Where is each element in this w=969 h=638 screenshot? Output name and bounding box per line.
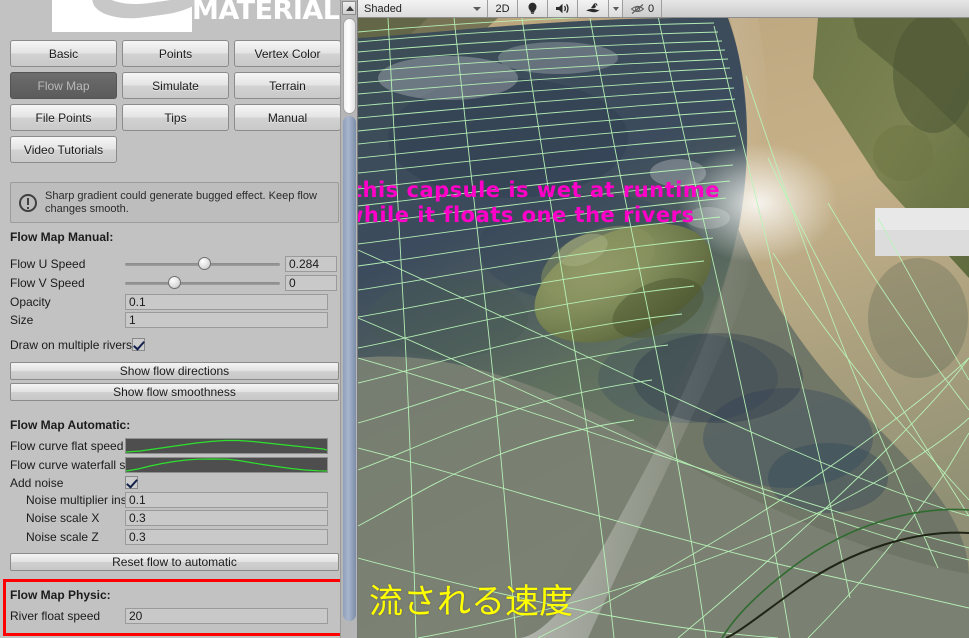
slider-flow-u-speed[interactable]	[125, 256, 280, 272]
flow-map-physic-heading: Flow Map Physic:	[10, 588, 111, 602]
shading-mode-label: Shaded	[364, 2, 402, 15]
eye-off-icon	[630, 3, 645, 14]
label-noise-multiplier: Noise multiplier inside	[26, 492, 135, 507]
toggle-2d[interactable]: 2D	[488, 0, 518, 17]
label-opacity: Opacity	[10, 294, 51, 309]
waterfall-speed-curve-graph	[126, 457, 327, 472]
row-opacity: Opacity	[0, 293, 340, 310]
label-flow-curve-waterfall-speed: Flow curve waterfall speed	[10, 457, 125, 472]
flat-speed-curve-graph	[126, 439, 327, 453]
material-logo-banner: MATERIAL	[0, 0, 340, 34]
scrollbar-thumb[interactable]	[343, 18, 356, 114]
label-flow-curve-flat-speed: Flow curve flat speed	[10, 438, 124, 453]
capsule-note-line1: this capsule is wet at runtime	[358, 178, 720, 202]
slider-track	[125, 281, 280, 285]
chevron-down-icon	[473, 7, 481, 11]
label-add-noise: Add noise	[10, 475, 64, 490]
label-flow-v-speed: Flow V Speed	[10, 275, 85, 290]
inspector-scrollbar[interactable]	[340, 0, 357, 638]
speed-annotation: 流される速度	[369, 582, 573, 622]
help-box-text: Sharp gradient could generate bugged eff…	[45, 189, 317, 215]
toggle-scene-audio[interactable]	[548, 0, 578, 17]
inspector-content: MATERIAL Basic Points Vertex Color Flow …	[0, 0, 342, 638]
input-noise-multiplier[interactable]	[125, 491, 328, 508]
hidden-objects-indicator[interactable]: 0	[623, 0, 663, 17]
effects-dropdown-button[interactable]	[609, 0, 623, 17]
flow-map-automatic-heading: Flow Map Automatic:	[10, 418, 131, 432]
button-row-4: Video Tutorials	[10, 136, 342, 163]
speaker-icon	[556, 3, 569, 14]
button-row-3: File Points Tips Manual	[10, 104, 342, 131]
checkbox-add-noise[interactable]	[125, 476, 138, 489]
shading-mode-dropdown[interactable]: Shaded	[358, 0, 488, 17]
scene-3d-viewport[interactable]: this capsule is wet at runtime while it …	[358, 18, 969, 638]
row-noise-scale-x: Noise scale X	[0, 509, 340, 526]
input-noise-scale-z[interactable]	[125, 528, 328, 545]
button-reset-flow-to-automatic[interactable]: Reset flow to automatic	[10, 553, 339, 571]
slider-knob[interactable]	[197, 256, 211, 270]
button-show-flow-directions[interactable]: Show flow directions	[10, 362, 339, 380]
row-river-float-speed: River float speed	[0, 607, 340, 624]
row-noise-multiplier: Noise multiplier inside	[0, 491, 340, 508]
tab-basic[interactable]: Basic	[10, 40, 117, 67]
row-size: Size	[0, 311, 340, 328]
help-box: Sharp gradient could generate bugged eff…	[10, 182, 339, 223]
white-box-mesh	[875, 208, 969, 256]
label-river-float-speed: River float speed	[10, 608, 101, 623]
flat-speed-curve[interactable]	[125, 437, 328, 454]
scroll-up-arrow-icon[interactable]	[342, 1, 356, 15]
flow-map-manual-heading: Flow Map Manual:	[10, 230, 114, 244]
scene-view: Shaded 2D 0 this capsule is wet at runti…	[358, 0, 969, 638]
scene-view-toolbar: Shaded 2D 0	[358, 0, 969, 18]
row-noise-scale-z: Noise scale Z	[0, 528, 340, 545]
input-noise-scale-x[interactable]	[125, 509, 328, 526]
label-flow-u-speed: Flow U Speed	[10, 256, 86, 271]
checkbox-draw-multiple-rivers[interactable]	[132, 338, 146, 351]
tab-terrain[interactable]: Terrain	[234, 72, 341, 99]
hidden-objects-count: 0	[648, 2, 655, 15]
capsule-note-line2: while it floats one the rivers	[358, 203, 695, 227]
slider-flow-v-speed[interactable]	[125, 275, 280, 291]
button-row-2: Flow Map Simulate Terrain	[10, 72, 342, 99]
tab-points[interactable]: Points	[122, 40, 229, 67]
scene-render	[358, 18, 969, 638]
inspector-panel: MATERIAL Basic Points Vertex Color Flow …	[0, 0, 358, 638]
scrollbar-track[interactable]	[343, 116, 356, 621]
tab-video-tutorials[interactable]: Video Tutorials	[10, 136, 117, 163]
tab-simulate[interactable]: Simulate	[122, 72, 229, 99]
warning-icon	[19, 193, 37, 212]
unity-editor-window: MATERIAL Basic Points Vertex Color Flow …	[0, 0, 969, 638]
row-flow-curve-waterfall-speed: Flow curve waterfall speed	[0, 456, 340, 473]
input-opacity[interactable]	[125, 293, 328, 310]
label-draw-multiple-rivers: Draw on multiple rivers	[10, 337, 133, 352]
label-noise-scale-x: Noise scale X	[26, 510, 100, 525]
button-show-flow-smoothness[interactable]: Show flow smoothness	[10, 383, 339, 401]
input-flow-v-speed[interactable]	[285, 274, 337, 291]
tab-vertex-color[interactable]: Vertex Color	[234, 40, 341, 67]
row-flow-v-speed: Flow V Speed	[0, 274, 340, 291]
light-bulb-icon	[528, 2, 537, 14]
tab-flow-map[interactable]: Flow Map	[10, 72, 117, 99]
label-size: Size	[10, 312, 34, 327]
row-draw-multiple-rivers: Draw on multiple rivers	[0, 336, 340, 353]
chevron-down-icon	[612, 6, 619, 11]
label-noise-scale-z: Noise scale Z	[26, 529, 99, 544]
tab-tips[interactable]: Tips	[122, 104, 229, 131]
row-flow-curve-flat-speed: Flow curve flat speed	[0, 437, 340, 454]
tab-manual[interactable]: Manual	[234, 104, 341, 131]
row-flow-u-speed: Flow U Speed	[0, 255, 340, 272]
button-row-1: Basic Points Vertex Color	[10, 40, 342, 67]
logo-title: MATERIAL	[192, 0, 340, 26]
row-add-noise: Add noise	[0, 474, 340, 491]
input-flow-u-speed[interactable]	[285, 255, 337, 272]
tab-file-points[interactable]: File Points	[10, 104, 117, 131]
input-river-float-speed[interactable]	[125, 607, 328, 624]
toggle-scene-effects[interactable]	[578, 0, 609, 17]
toggle-scene-lighting[interactable]	[518, 0, 548, 17]
waterfall-speed-curve[interactable]	[125, 456, 328, 473]
effects-icon	[586, 2, 600, 13]
slider-knob[interactable]	[168, 275, 182, 289]
input-size[interactable]	[125, 311, 328, 328]
category-button-grid: Basic Points Vertex Color Flow Map Simul…	[10, 40, 342, 168]
